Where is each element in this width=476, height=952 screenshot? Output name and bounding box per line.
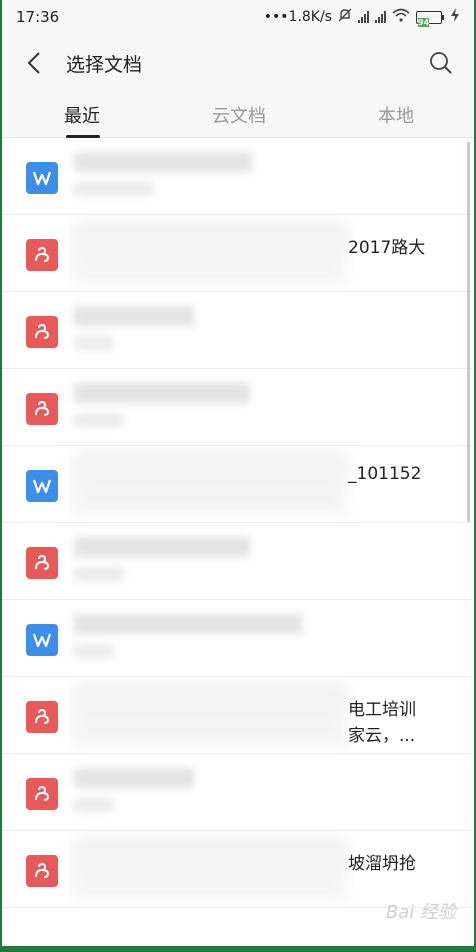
- pdf-doc-icon: [26, 547, 58, 579]
- file-row[interactable]: [2, 138, 472, 215]
- file-row[interactable]: [2, 754, 472, 831]
- file-row[interactable]: 2017路大: [2, 215, 472, 292]
- file-row[interactable]: [2, 369, 472, 446]
- page-title: 选择文档: [66, 53, 143, 76]
- file-name: 坡溜坍抢: [348, 854, 416, 874]
- signal-icon-2: [375, 11, 386, 23]
- file-meta-redacted: [74, 798, 114, 812]
- file-name-redacted: [74, 537, 250, 557]
- tab-bar: 最近 云文档 本地: [2, 92, 474, 138]
- watermark-logo: Bai 经验: [385, 902, 456, 923]
- tab-local[interactable]: 本地: [378, 102, 414, 128]
- app-header: 选择文档: [2, 34, 474, 92]
- file-meta-redacted: [74, 182, 154, 196]
- file-row[interactable]: _101152: [2, 446, 472, 523]
- file-name: _101152: [348, 464, 422, 484]
- back-button[interactable]: [2, 34, 66, 92]
- search-icon: [430, 52, 452, 74]
- pdf-doc-icon: [26, 239, 58, 271]
- file-name-line-2: 家云，...: [348, 726, 416, 746]
- word-doc-icon: [26, 624, 58, 656]
- file-row[interactable]: 电工培训 家云，...: [2, 677, 472, 754]
- mute-icon: [338, 8, 352, 26]
- file-name: 电工培训: [348, 700, 416, 720]
- tab-recent[interactable]: 最近: [64, 102, 100, 128]
- file-row[interactable]: [2, 523, 472, 600]
- battery-icon: 94: [416, 10, 444, 27]
- file-name-redacted: [74, 221, 348, 285]
- chevron-left-icon: [27, 52, 40, 74]
- file-name: 2017路大: [348, 238, 426, 258]
- file-name-redacted: [74, 768, 194, 788]
- pdf-doc-icon: [26, 701, 58, 733]
- file-name-redacted: [74, 452, 348, 516]
- network-speed: •••1.8K/s: [263, 9, 332, 25]
- pdf-doc-icon: [26, 316, 58, 348]
- battery-level: 94: [418, 17, 430, 27]
- file-name-redacted: [74, 683, 348, 747]
- file-meta-redacted: [74, 644, 114, 658]
- app-frame: 17:36 •••1.8K/s 94 选择文档 最近 云文档 本地 2017路大…: [0, 0, 476, 952]
- file-name-redacted: [74, 306, 194, 326]
- pdf-doc-icon: [26, 778, 58, 810]
- word-doc-icon: [26, 162, 58, 194]
- search-button[interactable]: [426, 48, 456, 78]
- file-list: 2017路大 _101152 电工培训 家云，... 坡溜坍抢: [2, 138, 472, 908]
- file-meta-redacted: [74, 336, 114, 350]
- file-row[interactable]: [2, 600, 472, 677]
- file-name-redacted: [74, 152, 252, 172]
- file-meta-redacted: [74, 413, 124, 427]
- file-row[interactable]: 坡溜坍抢: [2, 831, 472, 908]
- word-doc-icon: [26, 470, 58, 502]
- tab-cloud-docs[interactable]: 云文档: [212, 102, 266, 128]
- status-time: 17:36: [16, 8, 60, 26]
- status-indicators: •••1.8K/s 94: [263, 8, 460, 27]
- file-meta-redacted: [74, 567, 124, 581]
- pdf-doc-icon: [26, 393, 58, 425]
- pdf-doc-icon: [26, 855, 58, 887]
- status-bar: 17:36 •••1.8K/s 94: [2, 0, 474, 34]
- file-name-redacted: [74, 614, 302, 634]
- charging-icon: [450, 8, 460, 26]
- file-name-redacted: [74, 837, 348, 901]
- signal-icon: [358, 11, 369, 23]
- wifi-icon: [392, 8, 410, 26]
- file-row[interactable]: [2, 292, 472, 369]
- file-name-redacted: [74, 383, 250, 403]
- scrollbar[interactable]: [467, 142, 470, 522]
